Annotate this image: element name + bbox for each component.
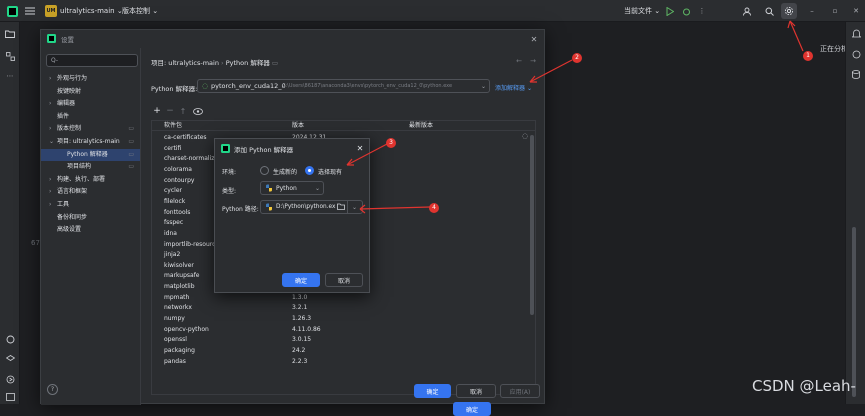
arrow-4 <box>359 206 431 210</box>
csdn-watermark: CSDN @Leah- <box>752 377 856 395</box>
annotation-arrows <box>346 20 804 214</box>
annotation-badge-1: 1 <box>803 51 813 61</box>
annotation-badge-4: 4 <box>429 203 439 213</box>
ok-button[interactable]: 确定 <box>453 402 491 416</box>
arrow-3 <box>346 143 388 166</box>
annotation-badge-2: 2 <box>572 53 582 63</box>
arrow-1 <box>789 20 804 52</box>
arrow-2 <box>529 59 573 83</box>
annotation-overlay <box>346 20 804 214</box>
annotation-badge-3: 3 <box>386 138 396 148</box>
